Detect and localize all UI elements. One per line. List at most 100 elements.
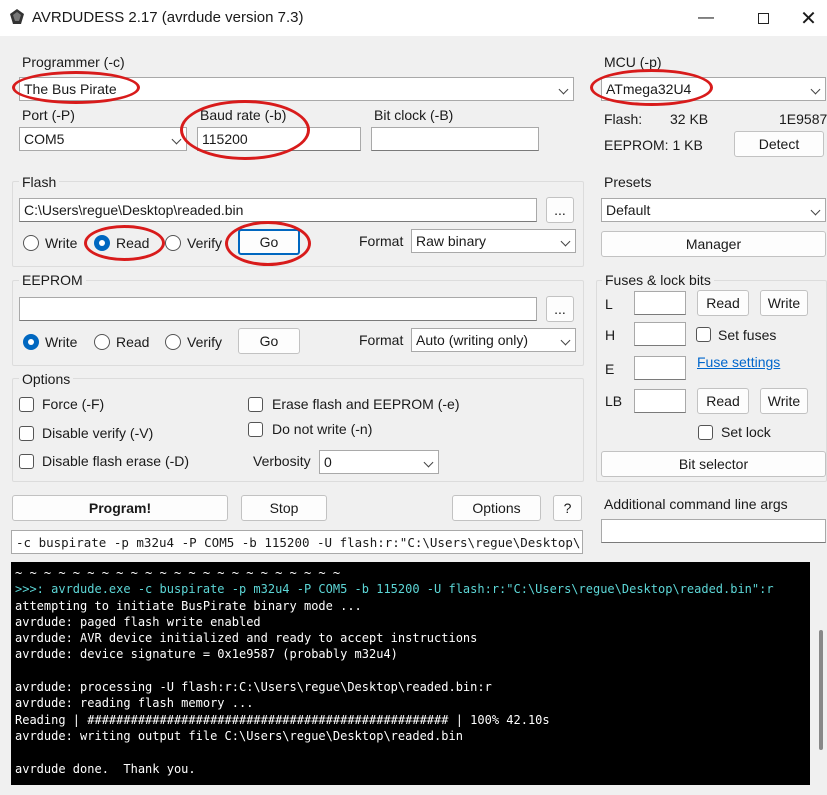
fuse-lb-input[interactable]	[634, 389, 686, 413]
mcu-flash-label: Flash:	[604, 111, 643, 127]
set-lock-label: Set lock	[721, 424, 771, 440]
program-button[interactable]: Program!	[12, 495, 228, 521]
console-line: ~ ~ ~ ~ ~ ~ ~ ~ ~ ~ ~ ~ ~ ~ ~ ~ ~ ~ ~ ~ …	[15, 566, 341, 580]
additional-args-input[interactable]	[601, 519, 826, 543]
console-line: attempting to initiate BusPirate binary …	[15, 598, 362, 613]
stop-button[interactable]: Stop	[241, 495, 327, 521]
eeprom-read-radio[interactable]	[94, 334, 110, 350]
bitclock-input[interactable]	[371, 127, 539, 151]
console-line: >>>: avrdude.exe -c buspirate -p m32u4 -…	[15, 582, 774, 597]
lock-read-button[interactable]: Read	[697, 388, 749, 414]
options-button[interactable]: Options	[452, 495, 541, 521]
flash-write-radio[interactable]	[23, 235, 39, 251]
presets-value: Default	[606, 202, 651, 218]
flash-format-select[interactable]: Raw binary	[411, 229, 576, 253]
annotation-ring	[84, 225, 165, 261]
minimize-button[interactable]: —	[679, 0, 733, 36]
mcu-flash-size: 32 KB	[670, 111, 709, 127]
verbosity-value: 0	[324, 454, 332, 470]
eeprom-label: EEPROM	[19, 272, 86, 288]
fuse-lb-label: LB	[605, 393, 623, 409]
console-line: avrdude: reading flash memory ...	[15, 696, 254, 711]
options-label: Options	[19, 371, 74, 387]
chevron-down-icon	[560, 236, 571, 247]
disable-flash-erase-label: Disable flash erase (-D)	[42, 453, 190, 469]
console-line: avrdude: processing -U flash:r:C:\Users\…	[15, 680, 492, 695]
presets-label: Presets	[604, 174, 652, 190]
annotation-ring	[180, 100, 310, 160]
set-fuses-checkbox[interactable]	[696, 327, 711, 342]
fuse-write-button[interactable]: Write	[760, 290, 808, 316]
eeprom-verify-radio[interactable]	[165, 334, 181, 350]
console-line: Reading | ##############################…	[15, 712, 550, 727]
no-write-label: Do not write (-n)	[272, 421, 373, 437]
flash-browse-button[interactable]: ...	[546, 197, 574, 223]
eeprom-path-input[interactable]	[19, 297, 537, 321]
console-line: avrdude: AVR device initialized and read…	[15, 631, 478, 646]
port-label: Port (-P)	[22, 107, 75, 123]
close-icon[interactable]: ✕	[790, 0, 827, 36]
annotation-ring	[12, 71, 140, 104]
flash-format-value: Raw binary	[416, 233, 487, 249]
chevron-down-icon	[171, 134, 182, 145]
set-fuses-label: Set fuses	[718, 327, 777, 343]
fuse-e-label: E	[605, 361, 615, 377]
help-button[interactable]: ?	[553, 495, 582, 521]
verbosity-select[interactable]: 0	[319, 450, 439, 474]
chevron-down-icon	[810, 84, 821, 95]
flash-format-label: Format	[359, 233, 404, 249]
chevron-down-icon	[560, 335, 571, 346]
mcu-label: MCU (-p)	[604, 54, 662, 70]
fuse-h-label: H	[605, 327, 616, 343]
annotation-ring	[225, 221, 311, 266]
fuse-e-input[interactable]	[634, 356, 686, 380]
bitclock-label: Bit clock (-B)	[374, 107, 454, 123]
force-checkbox[interactable]	[19, 397, 34, 412]
maximize-button[interactable]	[736, 0, 790, 36]
eeprom-format-value: Auto (writing only)	[416, 332, 529, 348]
eeprom-write-label: Write	[45, 334, 78, 350]
programmer-label: Programmer (-c)	[22, 54, 125, 70]
flash-write-label: Write	[45, 235, 78, 251]
annotation-ring	[590, 69, 713, 106]
fuse-h-input[interactable]	[634, 322, 686, 346]
eeprom-browse-button[interactable]: ...	[546, 296, 574, 322]
flash-verify-label: Verify	[187, 235, 223, 251]
manager-button[interactable]: Manager	[601, 231, 826, 257]
eeprom-go-button[interactable]: Go	[238, 328, 300, 354]
window-title: AVRDUDESS 2.17 (avrdude version 7.3)	[32, 9, 304, 26]
chevron-down-icon	[810, 205, 821, 216]
flash-path-input[interactable]: C:\Users\regue\Desktop\readed.bin	[19, 198, 537, 222]
flash-verify-radio[interactable]	[165, 235, 181, 251]
eeprom-read-label: Read	[116, 334, 150, 350]
fuse-settings-link[interactable]: Fuse settings	[697, 354, 780, 370]
presets-select[interactable]: Default	[601, 198, 826, 222]
app-icon	[10, 9, 24, 24]
fuse-l-input[interactable]	[634, 291, 686, 315]
console-line: avrdude: writing output file C:\Users\re…	[15, 728, 463, 743]
fuse-read-button[interactable]: Read	[697, 290, 749, 316]
no-write-checkbox[interactable]	[248, 422, 263, 437]
eeprom-write-radio[interactable]	[23, 334, 39, 350]
detect-button[interactable]: Detect	[734, 131, 824, 157]
disable-verify-label: Disable verify (-V)	[42, 425, 154, 441]
console-line: avrdude done. Thank you.	[15, 761, 196, 776]
port-select[interactable]: COM5	[19, 127, 187, 151]
eeprom-verify-label: Verify	[187, 334, 223, 350]
disable-verify-checkbox[interactable]	[19, 426, 34, 441]
mcu-signature: 1E9587	[779, 111, 827, 127]
disable-flash-erase-checkbox[interactable]	[19, 454, 34, 469]
console-line: avrdude: paged flash write enabled	[15, 614, 261, 629]
console-scroll-thumb[interactable]	[819, 630, 823, 750]
set-lock-checkbox[interactable]	[698, 425, 713, 440]
mcu-eeprom-label: EEPROM: 1 KB	[604, 137, 703, 153]
eeprom-format-label: Format	[359, 332, 404, 348]
console-line: avrdude: device signature = 0x1e9587 (pr…	[15, 647, 398, 662]
chevron-down-icon	[423, 457, 434, 468]
erase-checkbox[interactable]	[248, 397, 263, 412]
bit-selector-button[interactable]: Bit selector	[601, 451, 826, 477]
chevron-down-icon	[558, 84, 569, 95]
lock-write-button[interactable]: Write	[760, 388, 808, 414]
eeprom-format-select[interactable]: Auto (writing only)	[411, 328, 576, 352]
